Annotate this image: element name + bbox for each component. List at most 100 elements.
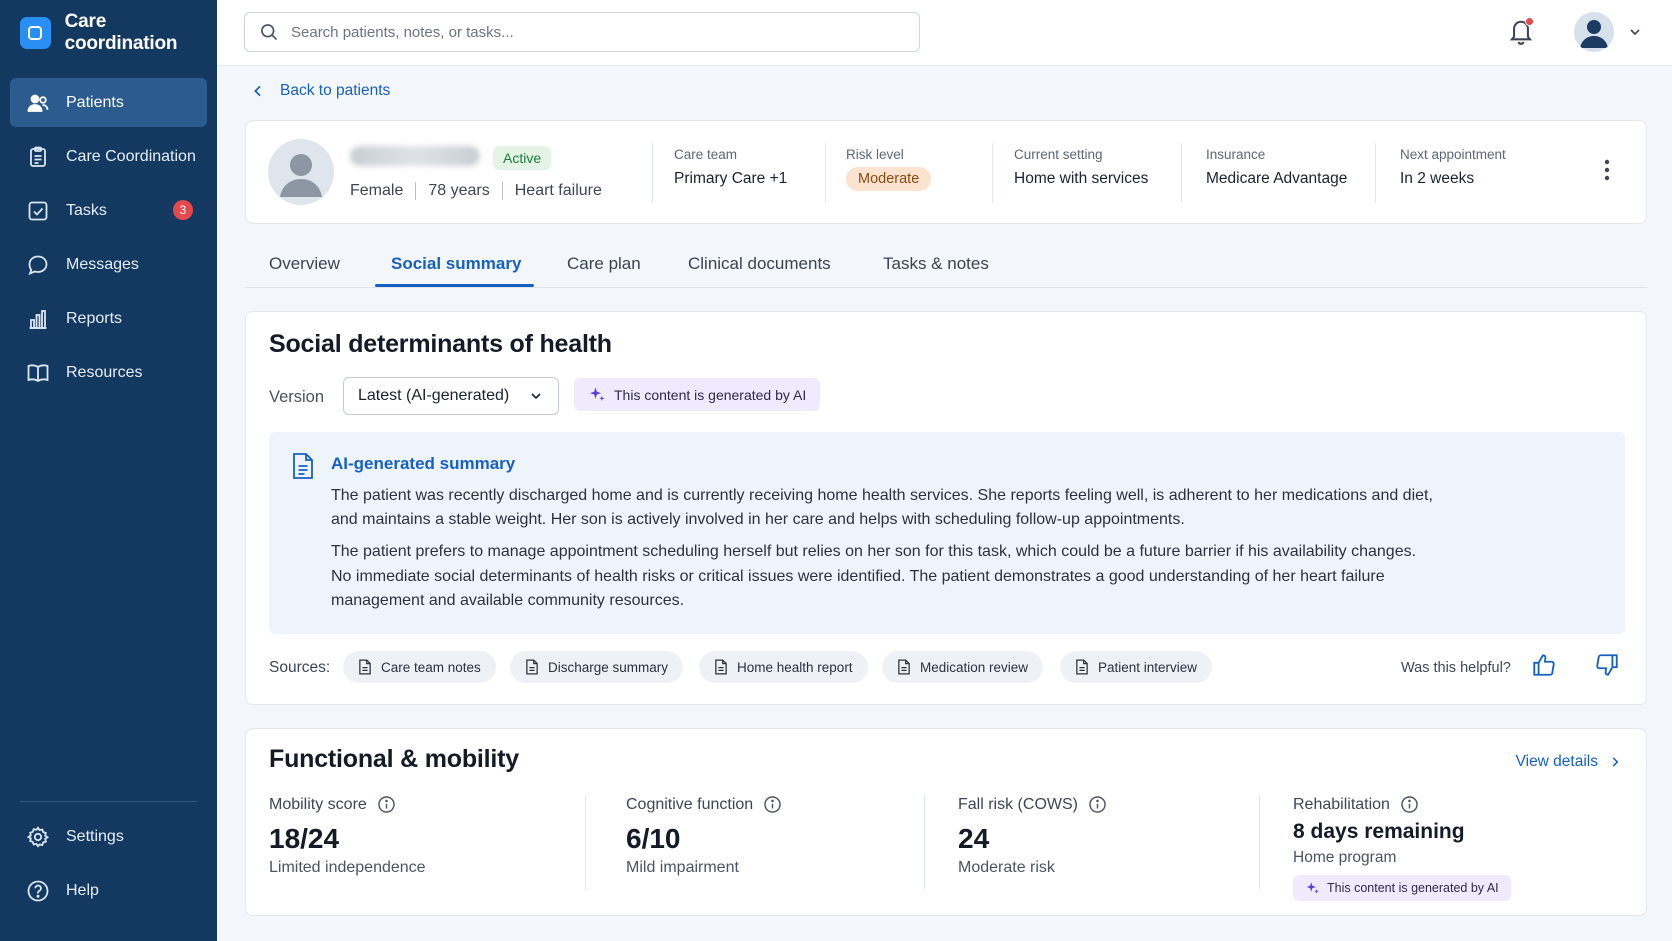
metric-mobility-score: Mobility score 18/24 Limited independenc… — [269, 795, 426, 877]
tab-tasks-notes[interactable]: Tasks & notes — [883, 254, 989, 274]
back-link-label: Back to patients — [280, 82, 391, 99]
info-icon[interactable] — [1400, 795, 1419, 814]
source-label: Home health report — [737, 659, 853, 675]
field-label: Next appointment — [1400, 147, 1506, 162]
sidebar-item-care-coordination[interactable]: Care Coordination — [10, 132, 207, 181]
tab-clinical-documents[interactable]: Clinical documents — [688, 254, 831, 274]
bar-chart-icon — [29, 309, 47, 329]
patient-condition: Heart failure — [514, 182, 602, 199]
info-icon[interactable] — [1088, 795, 1107, 814]
view-details-label: View details — [1515, 753, 1598, 770]
sidebar-item-reports[interactable]: Reports — [10, 294, 207, 343]
sidebar-item-messages[interactable]: Messages — [10, 240, 207, 289]
sidebar-divider — [20, 801, 197, 802]
sidebar-item-resources[interactable]: Resources — [10, 348, 207, 397]
source-chip-discharge-summary[interactable]: Discharge summary — [510, 651, 684, 683]
info-icon[interactable] — [763, 795, 782, 814]
tasks-count-badge: 3 — [173, 200, 193, 220]
tab-care-plan[interactable]: Care plan — [567, 254, 641, 274]
metric-fall-risk: Fall risk (COWS) 24 Moderate risk — [958, 795, 1107, 877]
status-badge: Active — [493, 146, 552, 170]
search-box[interactable] — [244, 12, 920, 52]
document-icon — [715, 659, 727, 675]
sidebar-item-label: Messages — [66, 255, 139, 273]
patient-tabs: Overview Social summary Care plan Clinic… — [245, 248, 1647, 288]
patient-avatar — [268, 139, 334, 205]
chevron-down-icon[interactable] — [1627, 24, 1643, 40]
sidebar-item-label: Patients — [66, 93, 124, 111]
source-label: Discharge summary — [548, 659, 669, 675]
field-label: Risk level — [846, 147, 904, 162]
metric-label: Cognitive function — [626, 795, 754, 813]
source-chip-patient-interview[interactable]: Patient interview — [1060, 651, 1213, 683]
user-avatar[interactable] — [1574, 12, 1614, 52]
sidebar-item-label: Resources — [66, 363, 143, 381]
risk-level-field: Risk level Moderate — [846, 147, 932, 191]
metric-value: 8 days remaining — [1293, 820, 1465, 843]
app-name: Care coordination — [64, 11, 178, 54]
checkbox-icon — [28, 201, 48, 220]
search-input[interactable] — [291, 23, 891, 41]
source-chip-care-team-notes[interactable]: Care team notes — [343, 651, 496, 683]
sparkle-icon — [589, 387, 605, 401]
functional-mobility-card: Functional & mobility View details Mobil… — [245, 728, 1647, 916]
divider — [825, 143, 826, 203]
sidebar-item-label: Care Coordination — [66, 147, 196, 165]
top-bar — [217, 0, 1672, 66]
patient-demographics: Female 78 years Heart failure — [350, 182, 602, 200]
field-value[interactable]: Primary Care +1 — [674, 170, 787, 188]
metric-label: Mobility score — [269, 795, 367, 813]
metric-sub: Moderate risk — [958, 859, 1055, 876]
version-select[interactable]: Latest (AI-generated) — [343, 377, 559, 415]
notification-dot — [1525, 17, 1534, 26]
risk-level-badge: Moderate — [846, 167, 932, 191]
info-icon[interactable] — [377, 795, 396, 814]
document-icon — [898, 659, 910, 675]
thumbs-up-icon[interactable] — [1531, 652, 1557, 678]
sidebar-nav: Patients Care Coordination Tasks 3 Messa… — [10, 78, 207, 402]
care-team-field: Care team Primary Care +1 — [674, 147, 787, 188]
current-setting-field: Current setting Home with services — [1014, 147, 1148, 188]
back-to-patients-link[interactable]: Back to patients — [250, 82, 390, 100]
tab-social-summary[interactable]: Social summary — [391, 254, 521, 274]
brand[interactable]: Care coordination — [20, 11, 217, 54]
chevron-left-icon — [254, 85, 261, 97]
metric-sub: Mild impairment — [626, 859, 739, 876]
metric-sub: Home program — [1293, 849, 1397, 866]
divider — [1375, 143, 1376, 203]
metric-value: 24 — [958, 823, 990, 854]
document-icon — [526, 659, 538, 675]
insurance-field: Insurance Medicare Advantage — [1206, 147, 1347, 188]
source-chip-home-health-report[interactable]: Home health report — [699, 651, 868, 683]
metric-cognitive-function: Cognitive function 6/10 Mild impairment — [626, 795, 782, 877]
section-title: Functional & mobility — [269, 745, 519, 773]
ai-notice-text: This content is generated by AI — [1327, 881, 1499, 895]
sidebar-item-help[interactable]: Help — [10, 866, 207, 915]
source-chip-medication-review[interactable]: Medication review — [882, 651, 1044, 683]
notifications-button[interactable] — [1507, 16, 1535, 46]
field-value: In 2 weeks — [1400, 170, 1475, 187]
metric-sub: Limited independence — [269, 859, 426, 876]
metric-value: 6/10 — [626, 823, 681, 854]
thumbs-down-icon[interactable] — [1594, 652, 1620, 678]
view-details-link[interactable]: View details — [1516, 753, 1622, 771]
app-logo-icon — [20, 17, 51, 49]
source-label: Medication review — [920, 659, 1029, 675]
patient-header-card: Active Female 78 years Heart failure Car… — [245, 120, 1647, 224]
source-label: Patient interview — [1098, 659, 1198, 675]
search-icon — [261, 24, 278, 41]
tab-overview[interactable]: Overview — [269, 254, 340, 274]
sidebar-item-tasks[interactable]: Tasks 3 — [10, 186, 207, 235]
field-label: Current setting — [1014, 147, 1103, 162]
more-options-icon[interactable] — [1604, 159, 1610, 181]
sidebar-item-label: Help — [66, 881, 99, 899]
sidebar: Care coordination Patients Care Coordina… — [0, 0, 217, 941]
people-icon — [27, 94, 49, 112]
ai-notice-text: This content is generated by AI — [614, 386, 807, 403]
sidebar-item-settings[interactable]: Settings — [10, 812, 207, 861]
sidebar-item-patients[interactable]: Patients — [10, 78, 207, 127]
divider — [1181, 143, 1182, 203]
divider — [585, 795, 586, 890]
summary-paragraph: No immediate social determinants of heal… — [331, 568, 1385, 609]
chat-icon — [28, 255, 48, 275]
